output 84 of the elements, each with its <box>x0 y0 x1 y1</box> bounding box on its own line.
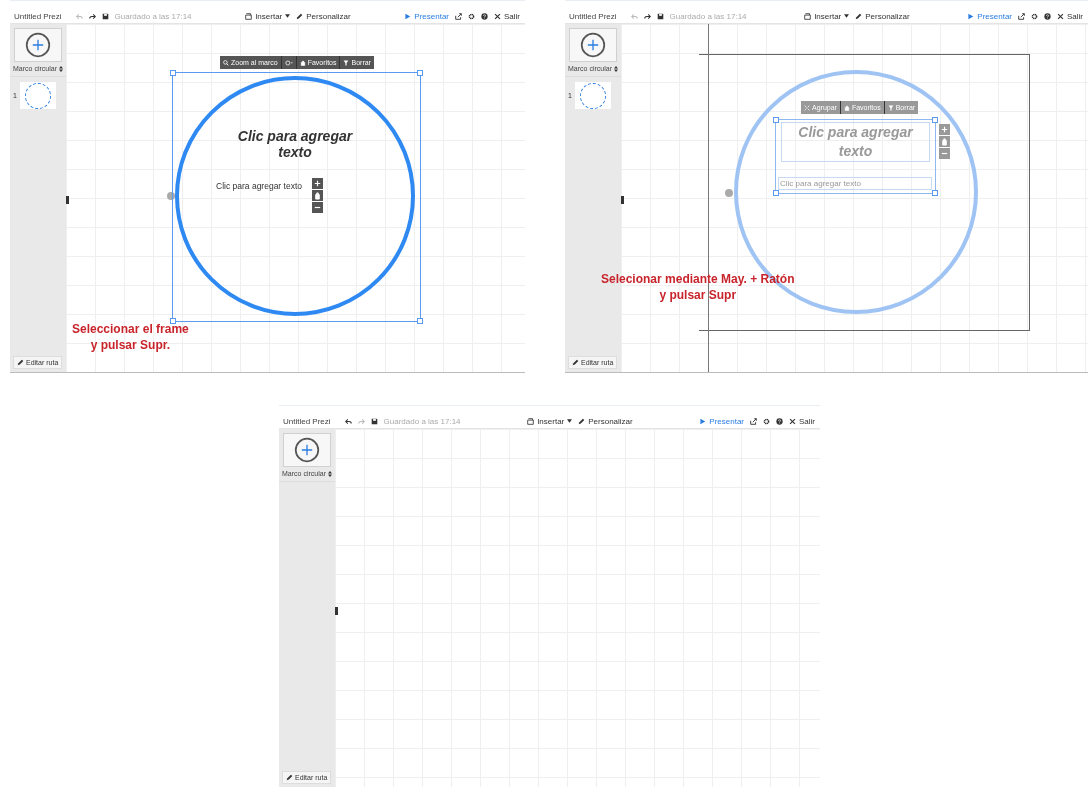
save-icon[interactable] <box>101 12 109 20</box>
redo-icon[interactable] <box>88 12 96 20</box>
pencil-icon <box>578 417 586 425</box>
share-icon[interactable] <box>1018 12 1025 20</box>
settings-icon[interactable] <box>1031 12 1038 20</box>
help-icon[interactable] <box>1044 12 1051 20</box>
circle-caret-icon <box>284 59 293 66</box>
pencil-icon <box>17 359 24 366</box>
arrows-icon <box>804 104 810 111</box>
exit-button[interactable]: Salir <box>789 416 815 426</box>
undo-icon[interactable] <box>344 417 352 425</box>
lock-icon <box>299 59 306 66</box>
path-handle[interactable] <box>725 189 733 197</box>
play-icon <box>699 417 707 425</box>
customize-button[interactable]: Personalizar <box>296 11 351 21</box>
document-title[interactable]: Untitled Prezi <box>14 11 62 21</box>
plus-circle-icon <box>580 32 606 58</box>
slide-thumbnail[interactable] <box>574 82 611 109</box>
caret-icon <box>285 14 291 18</box>
hand-icon <box>940 137 949 146</box>
document-title[interactable]: Untitled Prezi <box>283 416 331 426</box>
zoom-in-button[interactable] <box>312 178 323 189</box>
save-status: Guardado a las 17:14 <box>669 11 747 21</box>
exit-button[interactable]: Salir <box>494 11 520 21</box>
plus-circle-icon <box>294 437 320 463</box>
path-handle[interactable] <box>167 192 175 200</box>
collapse-handle[interactable] <box>335 607 338 615</box>
body-text[interactable]: Clic para agregar texto <box>216 181 302 191</box>
redo-icon[interactable] <box>643 12 651 20</box>
settings-icon[interactable] <box>763 417 770 425</box>
save-status: Guardado a las 17:14 <box>114 11 192 21</box>
close-icon <box>494 12 501 20</box>
save-icon[interactable] <box>370 417 378 425</box>
add-frame-button[interactable] <box>569 28 617 62</box>
present-button[interactable]: Presentar <box>699 416 744 426</box>
exit-button[interactable]: Salir <box>1057 11 1083 21</box>
insert-menu[interactable]: Insertar <box>527 416 573 426</box>
present-button[interactable]: Presentar <box>967 11 1012 21</box>
box-icon <box>804 12 812 20</box>
updown-icon <box>613 65 618 72</box>
box-icon <box>527 417 535 425</box>
pencil-icon <box>572 359 579 366</box>
pencil-icon <box>286 774 293 781</box>
hand-icon <box>313 191 322 200</box>
save-status: Guardado a las 17:14 <box>383 416 461 426</box>
magnifier-icon <box>223 59 229 66</box>
zoom-out-button[interactable] <box>312 202 323 213</box>
share-icon[interactable] <box>455 12 462 20</box>
insert-menu[interactable]: Insertar <box>804 11 850 21</box>
title-text[interactable]: Clic para agregar texto <box>220 128 370 160</box>
hand-button[interactable] <box>312 190 323 201</box>
updown-icon <box>58 65 63 72</box>
collapse-handle[interactable] <box>621 196 624 204</box>
collapse-handle[interactable] <box>66 196 69 204</box>
save-icon[interactable] <box>656 12 664 20</box>
customize-button[interactable]: Personalizar <box>578 416 633 426</box>
plus-circle-icon <box>25 32 51 58</box>
document-title[interactable]: Untitled Prezi <box>569 11 617 21</box>
caret-icon <box>844 14 850 18</box>
box-icon <box>245 12 253 20</box>
annotation-text: Seleccionar el frame y pulsar Supr. <box>72 321 189 353</box>
slide-thumbnail[interactable] <box>19 82 56 109</box>
help-icon[interactable] <box>481 12 488 20</box>
add-frame-button[interactable] <box>14 28 62 62</box>
help-icon[interactable] <box>776 417 783 425</box>
play-icon <box>404 12 412 20</box>
pencil-icon <box>855 12 863 20</box>
play-icon <box>967 12 975 20</box>
customize-button[interactable]: Personalizar <box>855 11 910 21</box>
plus-icon <box>313 179 322 188</box>
add-frame-button[interactable] <box>283 433 331 467</box>
settings-icon[interactable] <box>468 12 475 20</box>
insert-menu[interactable]: Insertar <box>245 11 291 21</box>
pencil-icon <box>296 12 304 20</box>
present-button[interactable]: Presentar <box>404 11 449 21</box>
close-icon <box>1057 12 1064 20</box>
caret-icon <box>567 419 573 423</box>
share-icon[interactable] <box>750 417 757 425</box>
plus-icon <box>940 125 949 134</box>
close-icon <box>789 417 796 425</box>
lock-icon <box>843 104 850 111</box>
funnel-icon <box>887 104 894 111</box>
funnel-icon <box>343 59 350 66</box>
updown-icon <box>327 470 332 477</box>
